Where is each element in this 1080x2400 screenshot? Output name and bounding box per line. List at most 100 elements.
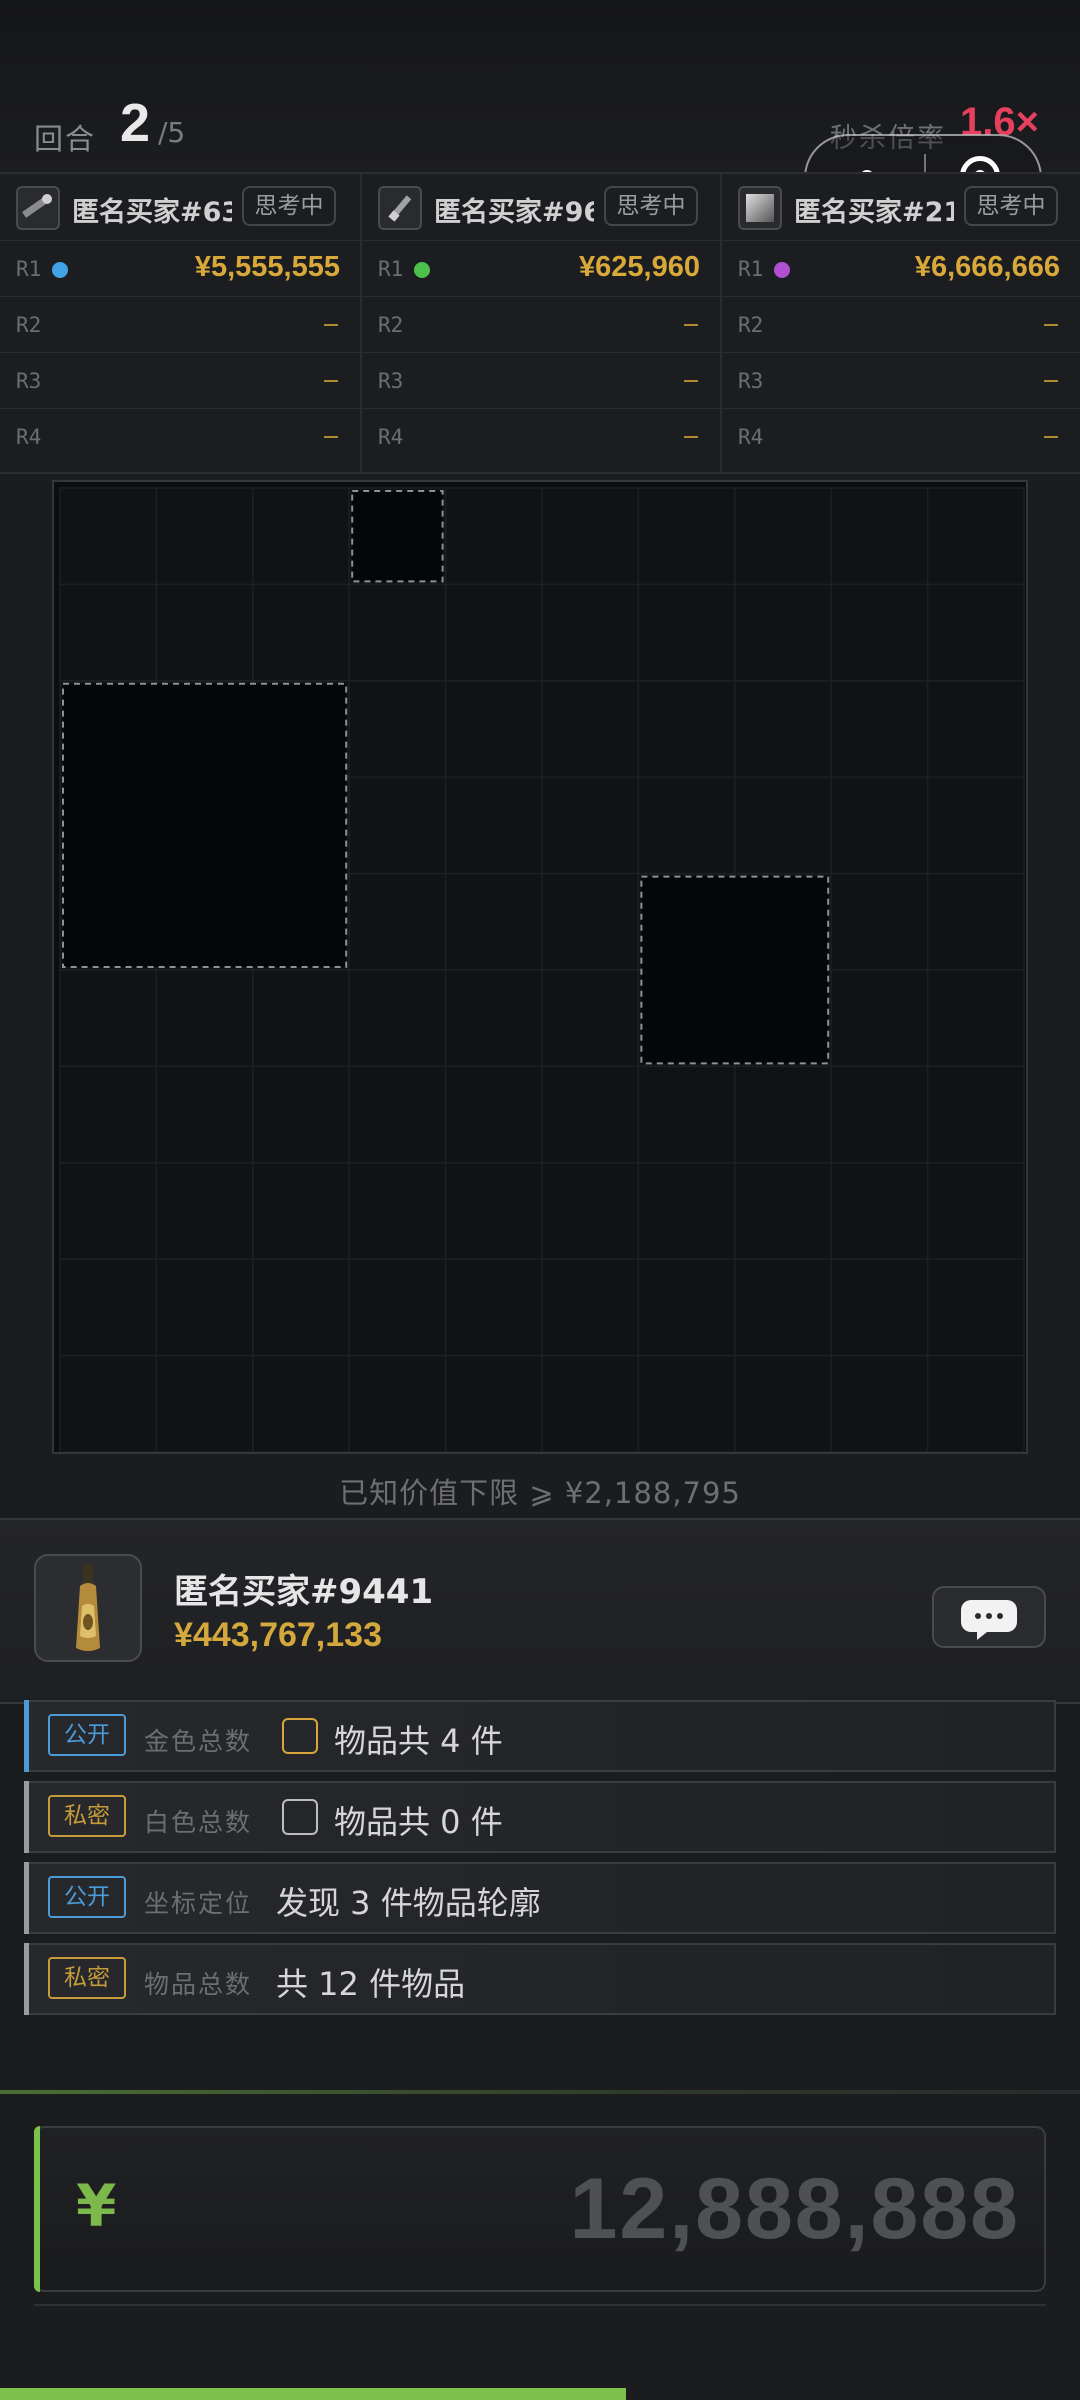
grid-cell[interactable] [348, 583, 447, 682]
grid-cell[interactable] [252, 1354, 350, 1452]
grid-cell[interactable] [444, 680, 543, 778]
grid-cell[interactable] [155, 1258, 254, 1357]
grid-cell[interactable] [926, 1162, 1025, 1260]
grid-cell[interactable] [830, 872, 929, 971]
item-grid-board[interactable] [52, 480, 1028, 1454]
grid-cell[interactable] [830, 583, 929, 682]
grid-cell[interactable] [926, 583, 1025, 682]
grid-cell[interactable] [155, 487, 254, 586]
bid-input[interactable]: ¥ 12,888,888 [34, 2126, 1046, 2292]
grid-cell[interactable] [59, 1354, 158, 1452]
grid-cell[interactable] [926, 1354, 1025, 1452]
grid-cell[interactable] [444, 1162, 543, 1260]
empty-bid-dash [684, 436, 698, 438]
round-row-label: R1 [378, 257, 404, 281]
grid-cell[interactable] [252, 487, 350, 586]
grid-cell[interactable] [637, 1354, 736, 1452]
grid-cell[interactable] [444, 487, 543, 586]
grid-cell[interactable] [926, 872, 1025, 971]
grid-cell[interactable] [59, 1162, 158, 1260]
grid-cell[interactable] [926, 776, 1025, 875]
grid-cell[interactable] [830, 680, 929, 778]
grid-cell[interactable] [830, 776, 929, 875]
grid-cell[interactable] [444, 1065, 543, 1164]
bid-amount[interactable]: 12,888,888 [570, 2160, 1020, 2259]
grid-cell[interactable] [348, 969, 447, 1068]
grid-cell[interactable] [155, 1065, 254, 1164]
grid-cell[interactable] [444, 1258, 543, 1357]
grid-cell[interactable] [830, 487, 929, 586]
grid-cell[interactable] [926, 680, 1025, 778]
grid-cell[interactable] [348, 680, 447, 778]
grid-cell[interactable] [444, 583, 543, 682]
grid-cell[interactable] [348, 872, 447, 971]
grid-cell[interactable] [637, 487, 736, 586]
grid-cell[interactable] [926, 1065, 1025, 1164]
grid-cell[interactable] [541, 969, 640, 1068]
grid-cell[interactable] [734, 776, 832, 875]
chat-button[interactable] [932, 1586, 1046, 1648]
grid-cell[interactable] [348, 1162, 447, 1260]
grid-cell[interactable] [541, 1354, 640, 1452]
grid-cell[interactable] [637, 776, 736, 875]
grid-cell[interactable] [541, 872, 640, 971]
grid-cell[interactable] [444, 1354, 543, 1452]
grid-cell[interactable] [541, 487, 640, 586]
grid-cell[interactable] [444, 969, 543, 1068]
grid-cell[interactable] [252, 1258, 350, 1357]
grid-cell[interactable] [830, 1258, 929, 1357]
grid-cell[interactable] [252, 1162, 350, 1260]
grid-cell[interactable] [734, 487, 832, 586]
player-avatar [378, 186, 422, 230]
grid-cell[interactable] [252, 1065, 350, 1164]
grid-cell[interactable] [926, 487, 1025, 586]
grid-cell[interactable] [541, 776, 640, 875]
grid-cell[interactable] [252, 969, 350, 1068]
grid-cell[interactable] [734, 680, 832, 778]
grid-cell[interactable] [59, 969, 158, 1068]
grid-cell[interactable] [348, 776, 447, 875]
grid-cell[interactable] [348, 1065, 447, 1164]
grid-cell[interactable] [59, 487, 158, 586]
grid-cell[interactable] [541, 1065, 640, 1164]
grid-cell[interactable] [637, 1258, 736, 1357]
grid-cell[interactable] [734, 1162, 832, 1260]
grid-cell[interactable] [637, 1065, 736, 1164]
grid-cell[interactable] [734, 1354, 832, 1452]
grid-cell[interactable] [734, 583, 832, 682]
grid-cell[interactable] [59, 1258, 158, 1357]
grid-cell[interactable] [541, 680, 640, 778]
grid-cell[interactable] [59, 1065, 158, 1164]
grid-cell[interactable] [541, 1162, 640, 1260]
grid-cell[interactable] [252, 583, 350, 682]
round-row-label: R2 [738, 313, 764, 337]
grid-cell[interactable] [155, 969, 254, 1068]
grid-cell[interactable] [830, 1354, 929, 1452]
grid-cell[interactable] [830, 1065, 929, 1164]
grid-cell[interactable] [541, 1258, 640, 1357]
grid-cell[interactable] [541, 583, 640, 682]
grid-cell[interactable] [926, 969, 1025, 1068]
clue-visibility-tag: 私密 [48, 1957, 126, 1999]
clue-visibility-tag: 公开 [48, 1876, 126, 1918]
grid-cell[interactable] [830, 969, 929, 1068]
player-round-row: R1 ¥6,666,666 [722, 240, 1080, 297]
grid-cell[interactable] [637, 680, 736, 778]
grid-cell[interactable] [444, 776, 543, 875]
grid-cell[interactable] [637, 1162, 736, 1260]
player-round-row: R4 [722, 408, 1080, 465]
grid-cell[interactable] [348, 1354, 447, 1452]
grid-cell[interactable] [926, 1258, 1025, 1357]
clue-accent-bar [24, 1700, 29, 1772]
grid-cell[interactable] [830, 1162, 929, 1260]
grid-cell[interactable] [348, 1258, 447, 1357]
grid-cell[interactable] [59, 583, 158, 682]
grid-cell[interactable] [155, 583, 254, 682]
grid-cell[interactable] [155, 1354, 254, 1452]
grid-cell[interactable] [734, 1065, 832, 1164]
grid-cell[interactable] [637, 583, 736, 682]
grid-cell[interactable] [444, 872, 543, 971]
grid-cell[interactable] [155, 1162, 254, 1260]
item-outline [640, 875, 830, 1065]
grid-cell[interactable] [734, 1258, 832, 1357]
